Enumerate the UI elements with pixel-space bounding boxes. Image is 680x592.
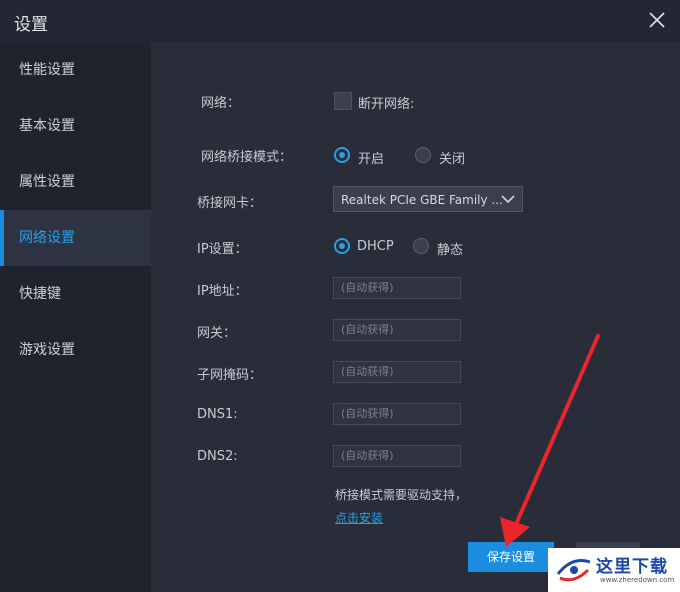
sidebar-item-shortcuts[interactable]: 快捷键 (0, 266, 151, 322)
sidebar-item-basic[interactable]: 基本设置 (0, 98, 151, 154)
subnet-mask-label: 子网掩码： (197, 368, 263, 383)
dns1-field[interactable]: (自动获得) (333, 403, 461, 425)
bridge-on-label: 开启 (358, 152, 385, 167)
bridge-off-label: 关闭 (439, 152, 466, 167)
dns2-label: DNS2: (197, 449, 238, 464)
watermark-logo-icon (556, 559, 591, 582)
bridge-mode-label: 网络桥接模式： (201, 150, 293, 165)
save-settings-button[interactable]: 保存设置 (468, 542, 554, 572)
network-label: 网络： (201, 96, 241, 111)
watermark-url: www.zheredown.com (600, 576, 675, 584)
disconnect-network-checkbox[interactable] (334, 92, 352, 110)
install-driver-link[interactable]: 点击安装 (335, 509, 383, 526)
subnet-mask-field[interactable]: (自动获得) (333, 361, 461, 383)
gateway-label: 网关： (197, 326, 237, 341)
ip-dhcp-radio[interactable] (334, 238, 350, 254)
bridge-nic-value: Realtek PCIe GBE Family ... (341, 193, 503, 207)
site-watermark: 这里下载 www.zheredown.com (548, 548, 680, 592)
dns1-label: DNS1: (197, 407, 238, 422)
ip-address-field[interactable]: (自动获得) (333, 277, 461, 299)
ip-static-label: 静态 (437, 243, 464, 258)
bridge-off-radio[interactable] (415, 147, 431, 163)
ip-setting-label: IP设置： (197, 242, 248, 257)
disconnect-network-label: 断开网络: (358, 97, 415, 112)
gateway-field[interactable]: (自动获得) (333, 319, 461, 341)
sidebar-item-game[interactable]: 游戏设置 (0, 322, 151, 378)
bridge-nic-label: 桥接网卡： (197, 196, 263, 211)
close-icon[interactable] (648, 11, 666, 29)
dns2-field[interactable]: (自动获得) (333, 445, 461, 467)
network-settings-panel: 网络： 断开网络: 网络桥接模式： 开启 关闭 桥接网卡： Realtek PC… (151, 42, 680, 592)
bridge-nic-select[interactable]: Realtek PCIe GBE Family ... (333, 186, 523, 212)
settings-sidebar: 性能设置 基本设置 属性设置 网络设置 快捷键 游戏设置 (0, 42, 151, 592)
bridge-on-radio[interactable] (334, 147, 350, 163)
chevron-down-icon (501, 195, 515, 204)
watermark-text: 这里下载 (596, 557, 668, 577)
sidebar-item-properties[interactable]: 属性设置 (0, 154, 151, 210)
ip-dhcp-label: DHCP (357, 239, 394, 254)
title-bar: 设置 (0, 0, 680, 42)
sidebar-item-network[interactable]: 网络设置 (0, 210, 151, 266)
window-title: 设置 (14, 15, 48, 35)
sidebar-item-performance[interactable]: 性能设置 (0, 42, 151, 98)
ip-address-label: IP地址： (197, 284, 248, 299)
ip-static-radio[interactable] (413, 238, 429, 254)
driver-note: 桥接模式需要驱动支持， (335, 488, 468, 502)
